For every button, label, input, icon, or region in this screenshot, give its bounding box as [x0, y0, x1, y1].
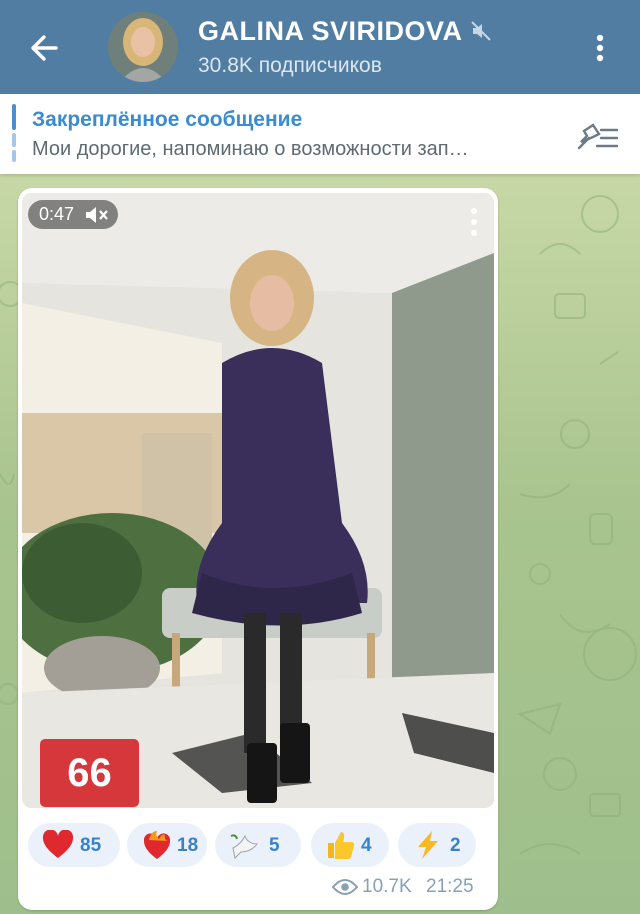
- views-eye-icon: [332, 879, 358, 895]
- channel-header: GALINA SVIRIDOVA 30.8K подписчиков: [0, 0, 640, 94]
- muted-icon: [471, 21, 491, 41]
- reaction-count: 85: [80, 835, 102, 856]
- thumbs-up-icon: [328, 832, 355, 859]
- pinned-title: Закреплённое сообщение: [32, 108, 303, 131]
- video-message[interactable]: [22, 193, 494, 808]
- overlay-number-badge: 66: [40, 739, 139, 807]
- reaction-count: 18: [177, 835, 199, 856]
- more-vertical-icon[interactable]: [586, 28, 614, 68]
- reaction-heart-on-fire[interactable]: 18: [127, 823, 207, 867]
- video-duration-pill: 0:47: [28, 200, 118, 229]
- muted-speaker-icon[interactable]: [85, 206, 109, 224]
- video-duration: 0:47: [39, 204, 75, 224]
- reaction-count: 2: [450, 835, 461, 856]
- video-frame: [22, 193, 494, 808]
- message-time: 21:25: [426, 876, 474, 897]
- heart-on-fire-icon: [143, 831, 171, 859]
- reaction-thumbs-up[interactable]: 4: [311, 823, 389, 867]
- video-more-icon[interactable]: [466, 206, 482, 238]
- back-arrow-icon[interactable]: [26, 28, 66, 68]
- pinned-message-bar[interactable]: Закреплённое сообщение Мои дорогие, напо…: [0, 94, 640, 174]
- reaction-lightning[interactable]: 2: [398, 823, 476, 867]
- reaction-dove[interactable]: 5: [215, 823, 301, 867]
- view-count: 10.7K: [362, 876, 412, 897]
- pinned-text: Мои дорогие, напоминаю о возможности зап…: [32, 138, 469, 160]
- reaction-heart[interactable]: 85: [28, 823, 120, 867]
- reaction-count: 5: [269, 835, 280, 856]
- lightning-icon: [418, 831, 438, 859]
- channel-title[interactable]: GALINA SVIRIDOVA: [198, 16, 463, 47]
- pinned-indicator: [12, 104, 16, 162]
- subscriber-count: 30.8K подписчиков: [198, 54, 382, 77]
- dove-icon: [230, 834, 259, 860]
- heart-icon: [42, 830, 74, 858]
- channel-avatar[interactable]: [108, 12, 178, 82]
- reaction-count: 4: [361, 835, 372, 856]
- unpin-list-icon[interactable]: [575, 118, 621, 154]
